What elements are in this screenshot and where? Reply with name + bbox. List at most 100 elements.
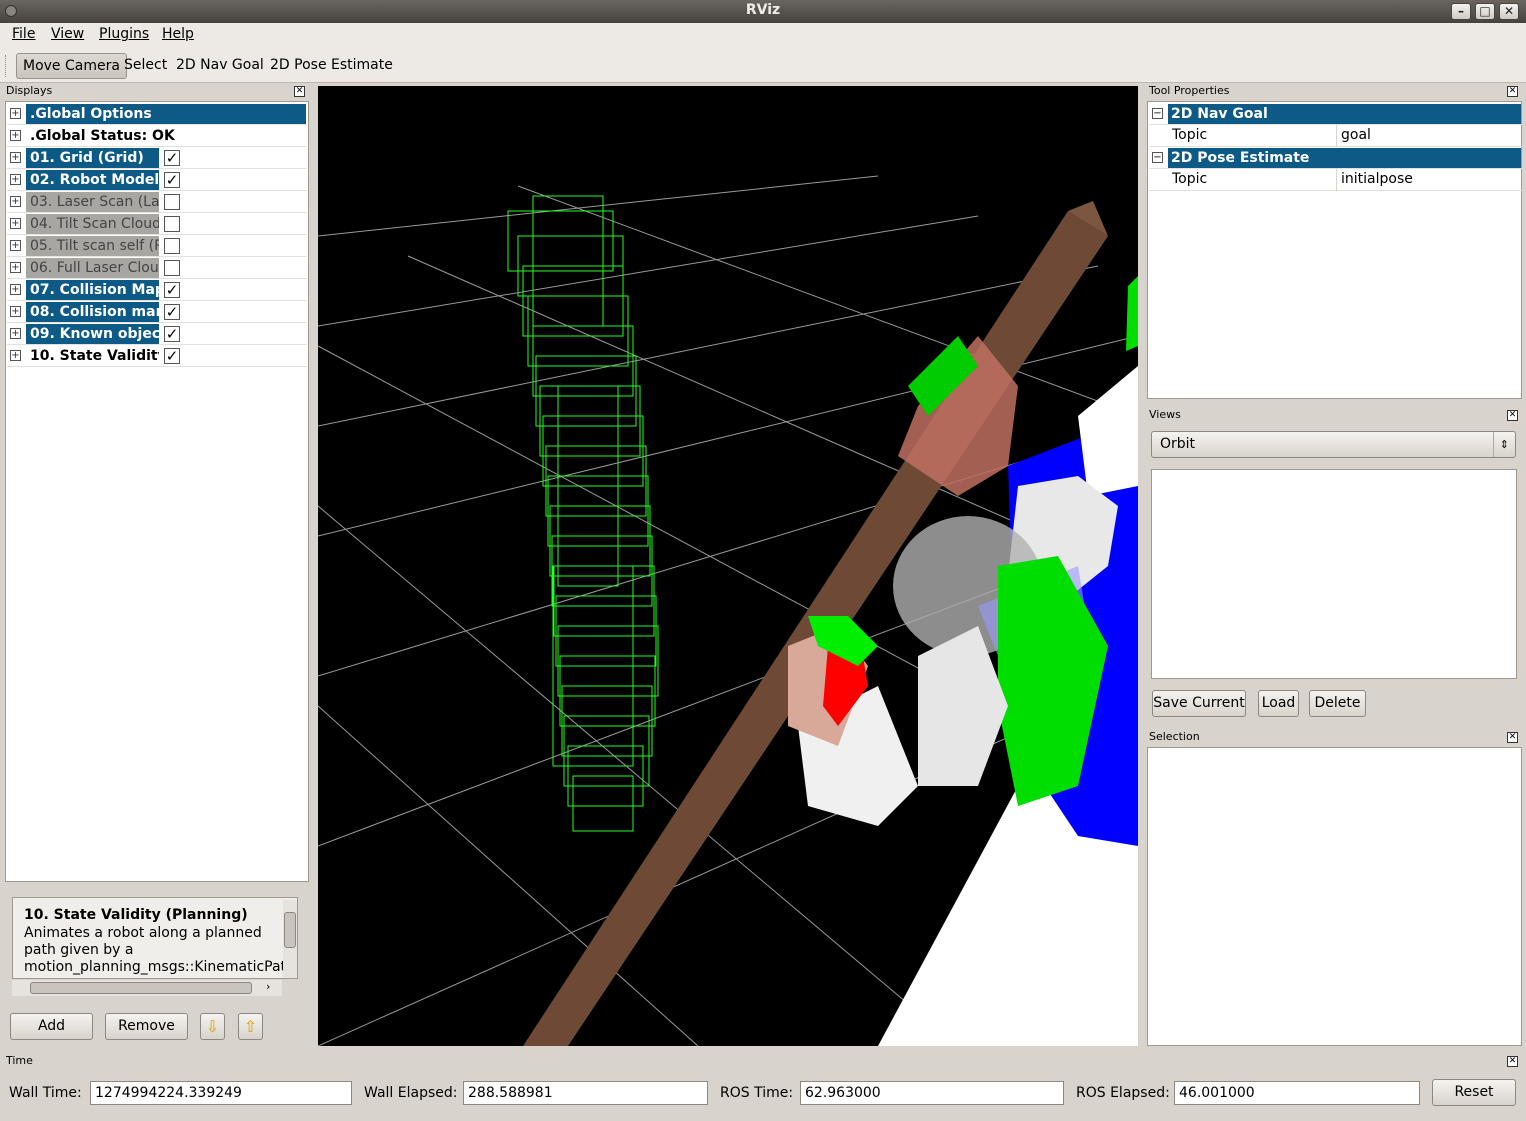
display-item[interactable]: +04. Tilt Scan Cloud xyxy=(7,213,307,235)
save-current-button[interactable]: Save Current xyxy=(1152,690,1246,717)
ros-time-label: ROS Time: xyxy=(720,1085,794,1101)
display-item[interactable]: +07. Collision Map ✓ xyxy=(7,279,307,301)
chevron-updown-icon: ⇕ xyxy=(1492,432,1509,457)
prop-key: Topic xyxy=(1172,127,1208,143)
display-item-label: 09. Known object xyxy=(26,324,159,344)
display-item[interactable]: + .Global Options xyxy=(7,103,307,125)
display-item[interactable]: +10. State Validity ✓ xyxy=(7,345,307,367)
expand-icon[interactable]: + xyxy=(10,350,21,361)
menu-file[interactable]: File xyxy=(12,26,35,42)
display-item[interactable]: +05. Tilt scan self (Po xyxy=(7,235,307,257)
tool-move-camera[interactable]: Move Camera xyxy=(16,53,127,79)
group-2d-pose-estimate[interactable]: − 2D Pose Estimate xyxy=(1149,147,1522,169)
description-line-3: motion_planning_msgs::KinematicPath xyxy=(24,959,295,975)
expand-icon[interactable]: + xyxy=(10,284,21,295)
scroll-right-icon[interactable]: › xyxy=(266,980,270,993)
prop-row-topic-goal[interactable]: Topic goal xyxy=(1149,125,1522,147)
ros-elapsed-field[interactable]: 46.001000 xyxy=(1174,1081,1420,1105)
display-enabled-checkbox[interactable]: ✓ xyxy=(164,172,180,188)
toolbar: Move Camera Select 2D Nav Goal 2D Pose E… xyxy=(0,47,1526,83)
collapse-icon[interactable]: − xyxy=(1152,152,1163,163)
load-button[interactable]: Load xyxy=(1258,690,1299,717)
displays-close-icon[interactable]: ✕ xyxy=(294,86,305,97)
menu-view[interactable]: View xyxy=(51,26,84,42)
group-title: 2D Pose Estimate xyxy=(1168,148,1521,168)
display-item[interactable]: +02. Robot Model ✓ xyxy=(7,169,307,191)
expand-icon[interactable]: + xyxy=(10,218,21,229)
menu-plugins[interactable]: Plugins xyxy=(99,26,149,42)
views-list[interactable] xyxy=(1151,469,1517,679)
display-item-label: 01. Grid (Grid) xyxy=(26,148,159,168)
add-display-button[interactable]: Add xyxy=(10,1013,93,1040)
scene-canvas[interactable] xyxy=(318,86,1138,1046)
selection-close-icon[interactable]: ✕ xyxy=(1507,732,1518,743)
expand-icon[interactable]: + xyxy=(10,152,21,163)
prop-value[interactable]: initialpose xyxy=(1341,171,1413,187)
delete-button[interactable]: Delete xyxy=(1309,690,1366,717)
display-item[interactable]: +08. Collision mar ✓ xyxy=(7,301,307,323)
toolbar-grip[interactable] xyxy=(5,55,8,77)
window-titlebar: RViz – □ ✕ xyxy=(0,0,1526,23)
display-enabled-checkbox[interactable] xyxy=(164,238,180,254)
prop-row-topic-initialpose[interactable]: Topic initialpose xyxy=(1149,169,1522,191)
display-item-label: 08. Collision mar xyxy=(26,302,159,322)
displays-tree[interactable]: + .Global Options + .Global Status: OK +01. … xyxy=(5,101,309,882)
display-item[interactable]: +09. Known object ✓ xyxy=(7,323,307,345)
remove-display-button[interactable]: Remove xyxy=(105,1013,188,1040)
display-item[interactable]: +01. Grid (Grid) ✓ xyxy=(7,147,307,169)
displays-header: Displays xyxy=(6,84,53,97)
selection-tree[interactable] xyxy=(1147,747,1522,1046)
view-type-value: Orbit xyxy=(1160,436,1196,452)
expand-icon[interactable]: + xyxy=(10,240,21,251)
description-vscroll[interactable] xyxy=(283,900,297,978)
view-type-select[interactable]: Orbit ⇕ xyxy=(1151,431,1516,458)
tool-select[interactable]: Select xyxy=(118,53,173,79)
display-enabled-checkbox[interactable]: ✓ xyxy=(164,304,180,320)
display-enabled-checkbox[interactable]: ✓ xyxy=(164,326,180,342)
window-title: RViz xyxy=(745,2,781,18)
tool-properties-close-icon[interactable]: ✕ xyxy=(1507,86,1518,97)
expand-icon[interactable]: + xyxy=(10,196,21,207)
display-item[interactable]: + .Global Status: OK xyxy=(7,125,307,147)
display-enabled-checkbox[interactable] xyxy=(164,260,180,276)
move-up-arrow-icon[interactable]: ⇧ xyxy=(238,1013,263,1040)
display-item[interactable]: +03. Laser Scan (Lase xyxy=(7,191,307,213)
wall-time-field[interactable]: 1274994224.339249 xyxy=(90,1081,352,1105)
render-viewport[interactable] xyxy=(318,86,1138,1046)
expand-icon[interactable]: + xyxy=(10,130,21,141)
ros-elapsed-label: ROS Elapsed: xyxy=(1076,1085,1170,1101)
display-enabled-checkbox[interactable] xyxy=(164,194,180,210)
description-hscroll[interactable]: › xyxy=(12,980,282,996)
description-line-1: Animates a robot along a planned xyxy=(24,925,262,941)
display-enabled-checkbox[interactable]: ✓ xyxy=(164,348,180,364)
maximize-button[interactable]: □ xyxy=(1475,3,1495,20)
minimize-button[interactable]: – xyxy=(1451,3,1471,20)
tool-2d-pose-estimate[interactable]: 2D Pose Estimate xyxy=(264,53,399,79)
close-window-button[interactable]: ✕ xyxy=(1499,3,1519,20)
tool-2d-nav-goal[interactable]: 2D Nav Goal xyxy=(170,53,270,79)
expand-icon[interactable]: + xyxy=(10,174,21,185)
expand-icon[interactable]: + xyxy=(10,108,21,119)
views-close-icon[interactable]: ✕ xyxy=(1507,410,1518,421)
time-close-icon[interactable]: ✕ xyxy=(1507,1056,1518,1067)
tool-properties-tree[interactable]: − 2D Nav Goal Topic goal − 2D Pose Estim… xyxy=(1147,101,1522,399)
display-enabled-checkbox[interactable]: ✓ xyxy=(164,282,180,298)
prop-value[interactable]: goal xyxy=(1341,127,1371,143)
display-enabled-checkbox[interactable] xyxy=(164,216,180,232)
menu-help[interactable]: Help xyxy=(162,26,194,42)
time-header: Time xyxy=(6,1054,33,1067)
expand-icon[interactable]: + xyxy=(10,328,21,339)
collapse-icon[interactable]: − xyxy=(1152,108,1163,119)
display-item[interactable]: +06. Full Laser Cloud xyxy=(7,257,307,279)
wall-elapsed-field[interactable]: 288.588981 xyxy=(463,1081,708,1105)
display-enabled-checkbox[interactable]: ✓ xyxy=(164,150,180,166)
ros-time-field[interactable]: 62.963000 xyxy=(800,1081,1064,1105)
description-vscroll-thumb[interactable] xyxy=(284,912,296,948)
reset-button[interactable]: Reset xyxy=(1432,1079,1516,1106)
expand-icon[interactable]: + xyxy=(10,262,21,273)
expand-icon[interactable]: + xyxy=(10,306,21,317)
description-hscroll-thumb[interactable] xyxy=(30,982,252,994)
move-down-arrow-icon[interactable]: ⇩ xyxy=(200,1013,225,1040)
display-item-label: .Global Options xyxy=(26,104,306,124)
group-2d-nav-goal[interactable]: − 2D Nav Goal xyxy=(1149,103,1522,125)
